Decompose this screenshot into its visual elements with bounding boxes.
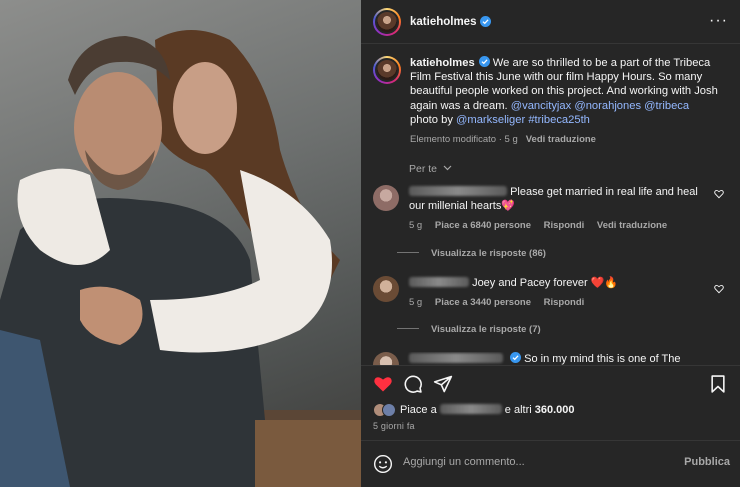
reply-button[interactable]: Rispondi	[544, 297, 585, 308]
author-avatar[interactable]	[373, 7, 401, 36]
caption-body: katieholmes We are so thrilled to be a p…	[410, 56, 728, 147]
mention-link[interactable]: @vancityjax	[511, 100, 571, 112]
comment-age: 5 g	[409, 297, 423, 308]
comment-meta: 5 g Piace a 6840 persone Rispondi Vedi t…	[409, 219, 709, 233]
verified-badge-icon	[478, 56, 490, 67]
comment-age: 5 g	[409, 220, 423, 231]
commenter-username[interactable]	[409, 186, 507, 196]
more-horizontal-icon[interactable]: ···	[709, 13, 728, 29]
comment-text: Joey and Pacey forever ❤️🔥	[472, 277, 619, 289]
post-header: katieholmes ···	[361, 0, 740, 44]
post-image	[0, 30, 361, 487]
add-comment-bar: Aggiungi un commento... Pubblica	[361, 440, 740, 487]
comments-filter[interactable]: Per te	[409, 163, 452, 175]
comment-likes[interactable]: Piace a 3440 persone	[435, 297, 531, 308]
chevron-down-icon	[443, 165, 452, 171]
liker-avatar	[382, 403, 396, 417]
commenter-avatar[interactable]	[373, 276, 399, 302]
hashtag-link[interactable]: #tribeca25th	[528, 114, 590, 126]
edited-label: Elemento modificato	[410, 134, 497, 146]
comment-body: Joey and Pacey forever ❤️🔥 5 g Piace a 3…	[409, 276, 709, 310]
view-replies-label: Visualizza le risposte (7)	[431, 324, 541, 335]
comment-body: So in my mind this is one of The Witter	[409, 352, 709, 365]
translate-button[interactable]: Vedi traduzione	[597, 220, 667, 231]
comment-input[interactable]: Aggiungi un commento...	[403, 456, 525, 468]
verified-badge-icon	[510, 352, 522, 363]
view-replies-button[interactable]: Visualizza le risposte (86)	[397, 248, 546, 259]
replies-divider	[397, 252, 419, 253]
post-viewer: katieholmes ··· katieholmes We are so th…	[0, 0, 740, 487]
likes-middle: e altri	[501, 404, 535, 416]
caption-meta: Elemento modificato · 5 g Vedi traduzione	[410, 134, 596, 146]
send-icon[interactable]	[433, 374, 453, 394]
commenter-username[interactable]	[409, 277, 469, 287]
emoji-icon[interactable]	[373, 454, 393, 474]
caption-avatar[interactable]	[373, 56, 401, 84]
post-details-pane: katieholmes ··· katieholmes We are so th…	[361, 0, 740, 487]
comment-likes[interactable]: Piace a 6840 persone	[435, 220, 531, 231]
likes-count[interactable]: 360.000	[535, 404, 575, 416]
post-photo[interactable]	[0, 0, 361, 487]
post-actions	[361, 365, 740, 401]
bookmark-icon[interactable]	[708, 374, 728, 394]
commenter-username[interactable]	[409, 353, 503, 363]
view-replies-label: Visualizza le risposte (86)	[431, 248, 546, 259]
comment-item: So in my mind this is one of The Witter	[373, 352, 728, 365]
caption-age: 5 g	[504, 134, 518, 146]
mention-link[interactable]: @norahjones	[574, 100, 641, 112]
replies-divider	[397, 328, 419, 329]
likes-text: Piace a e altri 360.000	[400, 404, 575, 416]
photographer-link[interactable]: @markseliger	[456, 114, 525, 126]
comment-body: Please get married in real life and heal…	[409, 185, 709, 233]
verified-badge-icon	[480, 16, 492, 27]
heart-filled-icon[interactable]	[373, 374, 393, 394]
reply-button[interactable]: Rispondi	[544, 220, 585, 231]
commenter-avatar[interactable]	[373, 352, 399, 365]
photo-by-label: photo by	[410, 113, 457, 126]
publish-button[interactable]: Pubblica	[684, 456, 730, 468]
view-replies-button[interactable]: Visualizza le risposte (7)	[397, 324, 541, 335]
heart-outline-icon[interactable]	[714, 189, 724, 199]
caption-username[interactable]: katieholmes	[410, 57, 475, 69]
likes-prefix: Piace a	[400, 404, 440, 416]
comment-icon[interactable]	[403, 374, 423, 394]
commenter-avatar[interactable]	[373, 185, 399, 211]
likes-summary[interactable]: Piace a e altri 360.000	[373, 403, 575, 417]
post-timestamp: 5 giorni fa	[373, 421, 415, 431]
heart-outline-icon[interactable]	[714, 284, 724, 294]
author-username[interactable]: katieholmes	[410, 16, 476, 28]
comment-meta: 5 g Piace a 3440 persone Rispondi	[409, 296, 709, 310]
liker-username[interactable]	[439, 404, 502, 414]
mention-link[interactable]: @tribeca	[644, 100, 689, 112]
caption: katieholmes We are so thrilled to be a p…	[373, 56, 728, 147]
translate-button[interactable]: Vedi traduzione	[526, 134, 596, 145]
comments-filter-label: Per te	[409, 163, 438, 175]
